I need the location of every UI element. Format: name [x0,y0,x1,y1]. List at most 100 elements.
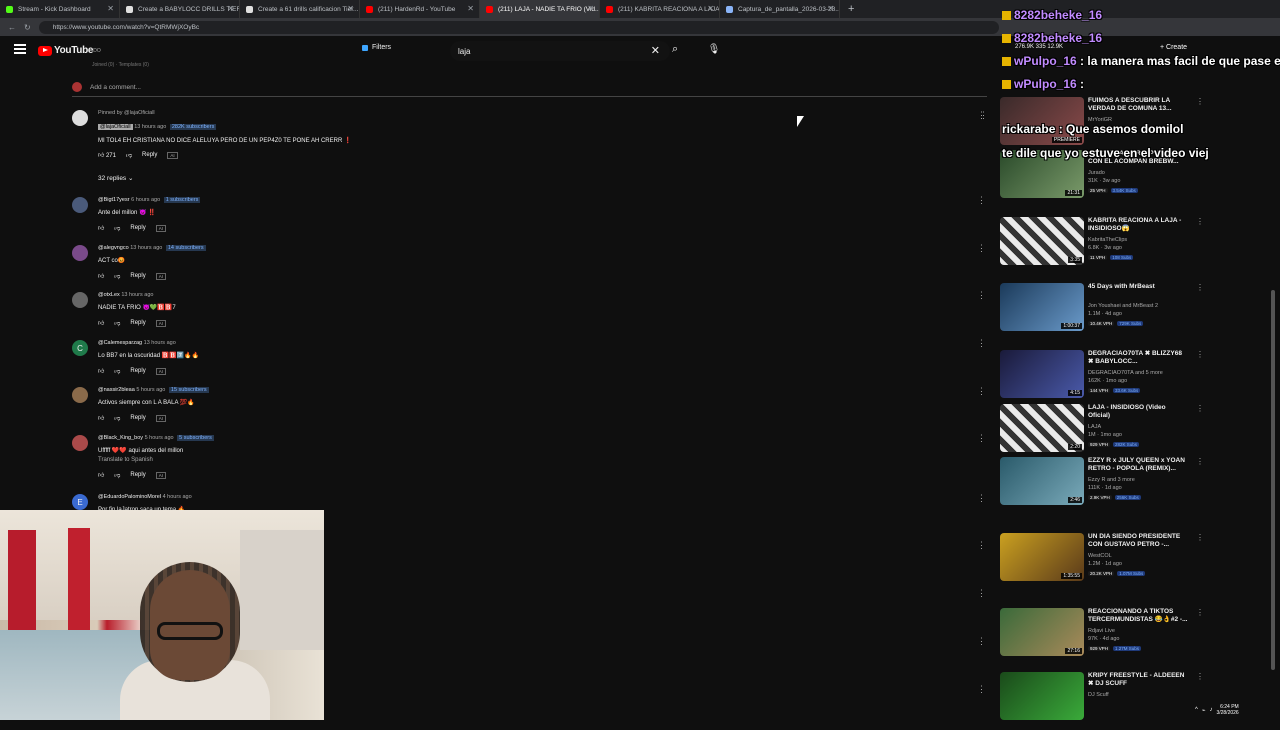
more-actions-icon[interactable]: ⋮ [977,243,986,254]
dislike-icon[interactable]: 👎︎ [126,151,132,159]
comment-time[interactable]: 13 hours ago [134,124,166,130]
video-channel[interactable]: WestCOL [1088,553,1112,559]
comment-author[interactable]: @lajaOficiall [98,124,133,130]
scrollbar[interactable] [1271,290,1275,670]
video-channel[interactable]: LAJA [1088,424,1101,430]
comment-author[interactable]: @nassir2bleaa [98,387,135,393]
video-thumbnail[interactable]: 2:46 [1000,457,1084,505]
comment-author[interactable]: @EduardoPalominoMorel [98,494,161,500]
new-tab-button[interactable]: + [848,3,854,15]
comment-time[interactable]: 13 hours ago [121,292,153,298]
more-actions-icon[interactable]: ⋮ [977,433,986,444]
close-tab-icon[interactable]: ✕ [587,4,594,13]
comment-time[interactable]: 4 hours ago [163,494,192,500]
reply-button[interactable]: Reply [130,368,145,374]
comment-author[interactable]: @otxLex [98,292,120,298]
close-tab-icon[interactable]: ✕ [827,4,834,13]
recommended-video[interactable]: 2:46 EZZY R x JULY QUEEN x YOAN RETRO - P… [1000,457,1204,515]
tray-chevron-icon[interactable]: ^ [1195,707,1198,713]
video-channel[interactable]: DJ Scuff [1088,692,1109,698]
search-input[interactable]: laja ✕ [450,41,670,61]
reply-button[interactable]: Reply [130,472,145,478]
reply-button[interactable]: Reply [130,415,145,421]
recommended-video[interactable]: 2:20 LAJA - INSIDIOSO (Video Oficial) LAJA… [1000,404,1204,462]
clear-search-icon[interactable]: ✕ [651,44,660,57]
more-actions-icon[interactable]: ⋮ [1196,217,1204,226]
like-icon[interactable]: 👍︎ [98,414,104,422]
more-actions-icon[interactable]: ⋮ [1196,672,1204,681]
ai-icon[interactable]: AI [167,151,178,159]
comment-time[interactable]: 13 hours ago [130,245,162,251]
comment-avatar[interactable] [72,197,88,213]
ai-icon[interactable]: AI [155,367,166,375]
ai-icon[interactable]: AI [155,272,166,280]
video-title[interactable]: FUIMOS A DESCUBRIR LA VERDAD DE COMUNA 1… [1088,97,1188,113]
comment-avatar[interactable]: C [72,340,88,356]
video-thumbnail[interactable] [1000,672,1084,720]
reload-icon[interactable]: ↻ [24,23,31,32]
comment-author[interactable]: @Calemesparzag [98,340,142,346]
comment-time[interactable]: 6 hours ago [131,197,160,203]
reply-button[interactable]: Reply [130,273,145,279]
reply-button[interactable]: Reply [142,152,157,158]
comment-time[interactable]: 13 hours ago [144,340,176,346]
more-actions-icon[interactable]: ⋮ [977,338,986,349]
more-actions-icon[interactable]: ⋮ [977,290,986,301]
replies-toggle[interactable]: 32 replies ⌄ [98,174,133,182]
dislike-icon[interactable]: 👎︎ [114,367,120,375]
browser-tab[interactable]: (211) HardenRd - YouTube ✕ [360,0,480,18]
video-channel[interactable]: Jon Youshaei and MrBeast 2 [1088,303,1158,309]
more-actions-icon[interactable]: ⋮ [977,493,986,504]
translate-link[interactable]: Translate to Spanish [98,457,153,463]
dislike-icon[interactable]: 👎︎ [114,272,120,280]
ai-icon[interactable]: AI [155,319,166,327]
dislike-icon[interactable]: 👎︎ [114,224,120,232]
comment-avatar[interactable] [72,110,88,126]
like-icon[interactable]: 👍︎ [98,224,104,232]
filters-button[interactable]: Filters [362,44,391,51]
comment-avatar[interactable]: E [72,494,88,510]
close-tab-icon[interactable]: ✕ [347,4,354,13]
create-button[interactable]: + Create [1160,44,1187,51]
more-actions-icon[interactable]: ⋮ [977,195,986,206]
dislike-icon[interactable]: 👎︎ [114,414,120,422]
comment-time[interactable]: 5 hours ago [145,435,174,441]
video-thumbnail[interactable]: 2:20 [1000,404,1084,452]
video-channel[interactable]: Jurado [1088,170,1105,176]
more-actions-icon[interactable]: ⋮ [977,386,986,397]
recommended-video[interactable]: KRIPY FREESTYLE - ALDEEEN ✖ DJ SCUFF DJ S… [1000,672,1204,730]
video-title[interactable]: DEGRACIAO70TA ✖ BLIZZY68 ✖ BABYLOCC... [1088,350,1188,366]
browser-tab[interactable]: Create a 61 drills calificacion Tier... ✕ [240,0,360,18]
more-actions-icon[interactable]: ⋮ [1196,404,1204,413]
comment-avatar[interactable] [72,387,88,403]
like-icon[interactable]: 👍︎ [98,367,104,375]
video-title[interactable]: UN DIA SIENDO PRESIDENTE CON GUSTAVO PET… [1088,533,1188,549]
recommended-video[interactable]: 3:35 KABRITA REACIONA A LAJA - INSIDIOSO😱… [1000,217,1204,275]
browser-tab[interactable]: (211) LAJA - NADIE TA FRIO (Vid... ✕ [480,0,600,18]
search-icon[interactable]: ⌕ [672,43,678,56]
microphone-icon[interactable]: 🎙 [708,42,721,56]
video-title[interactable]: KABRITA REACIONA A LAJA - INSIDIOSO😱 [1088,217,1188,233]
video-thumbnail[interactable]: PREMIERE [1000,97,1084,145]
url-field[interactable]: https://www.youtube.com/watch?v=QtRMWjXO… [38,20,999,34]
recommended-video[interactable]: 27:16 REACCIONANDO A TIKTOS TERCERMUNDIST… [1000,608,1204,666]
close-tab-icon[interactable]: ✕ [107,4,114,13]
like-icon[interactable]: 👍︎ [98,471,104,479]
comment-author[interactable]: @Bigt17yesr [98,197,130,203]
video-title[interactable]: 45 Days with MrBeast [1088,283,1188,291]
comment-avatar[interactable] [72,292,88,308]
more-actions-icon[interactable]: ⋮ [977,636,986,647]
like-icon[interactable]: 👍︎ [98,272,104,280]
like-icon[interactable]: 👍︎ 271 [98,151,116,159]
reply-button[interactable]: Reply [130,320,145,326]
network-icon[interactable]: ⌁ [1202,707,1206,714]
hamburger-menu-icon[interactable] [14,44,26,54]
ai-icon[interactable]: AI [155,224,166,232]
video-title[interactable]: EZZY R x JULY QUEEN x YOAN RETRO - POPOL… [1088,457,1188,473]
comment-time[interactable]: 5 hours ago [136,387,165,393]
volume-icon[interactable]: ♪ [1209,707,1212,713]
video-channel[interactable]: Ezzy R and 3 more [1088,477,1135,483]
add-comment-field[interactable]: Add a comment... [72,82,987,97]
dislike-icon[interactable]: 👎︎ [114,319,120,327]
browser-tab[interactable]: Create a BABYLOCC DRILLS TIER... ✕ [120,0,240,18]
